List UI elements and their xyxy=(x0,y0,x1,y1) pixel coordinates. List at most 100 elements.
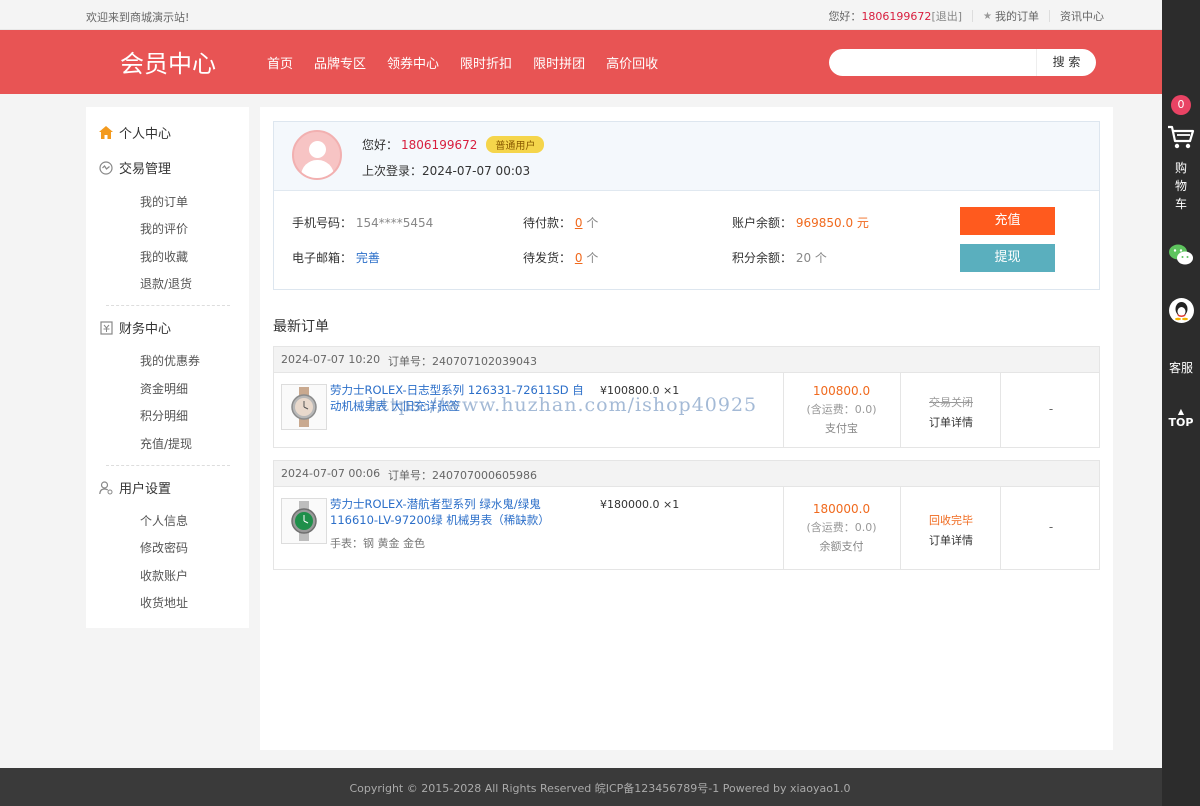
sidebar-personal-label: 个人中心 xyxy=(119,127,172,142)
back-to-top-button[interactable]: ▲ TOP xyxy=(1162,407,1200,430)
payment-method: 余额支付 xyxy=(819,540,864,553)
pending-payment-unit: 个 xyxy=(586,216,599,230)
product-title-link[interactable]: 劳力士ROLEX-潜航者型系列 绿水鬼/绿鬼 116610-LV-97200绿 … xyxy=(330,496,586,528)
back-to-top-label: TOP xyxy=(1168,416,1194,429)
nav-coupons[interactable]: 领券中心 xyxy=(387,53,439,72)
logout-link[interactable]: [退出] xyxy=(931,8,962,24)
divider xyxy=(1049,10,1050,22)
balance-info: 账户余额： 969850.0 元 xyxy=(732,214,869,231)
sidebar-item-my-favorites[interactable]: 我的收藏 xyxy=(140,248,188,265)
sidebar-trade-title: 交易管理 xyxy=(119,162,172,177)
pending-shipment-info: 待发货： 0 个 xyxy=(523,249,598,266)
qq-icon[interactable] xyxy=(1169,298,1194,323)
order-detail-link[interactable]: 订单详情 xyxy=(901,532,1001,548)
right-toolbar: 0 购物车 客服 ▲ TOP xyxy=(1162,0,1200,806)
product-spec: 手表：钢 黄金 金色 xyxy=(330,537,425,550)
order-amount: 180000.0 (含运费：0.0) 余额支付 xyxy=(783,502,900,554)
sidebar-personal-center[interactable]: 个人中心 xyxy=(99,123,172,142)
product-thumbnail[interactable] xyxy=(281,498,327,544)
trade-icon xyxy=(99,160,113,175)
sidebar-item-coupons[interactable]: 我的优惠券 xyxy=(140,352,200,369)
profile-username: 1806199672 xyxy=(401,137,478,152)
search-input[interactable] xyxy=(839,53,1029,72)
sidebar-item-my-reviews[interactable]: 我的评价 xyxy=(140,220,188,237)
sidebar-item-recharge[interactable]: 充值/提现 xyxy=(140,435,192,452)
username-link[interactable]: 1806199672 xyxy=(861,10,931,23)
order-amount: 100800.0 (含运费：0.0) 支付宝 xyxy=(783,384,900,436)
nav-group-buy[interactable]: 限时拼团 xyxy=(533,53,585,72)
user-settings-icon xyxy=(99,480,113,495)
sidebar-item-my-orders[interactable]: 我的订单 xyxy=(140,193,188,210)
my-orders-link[interactable]: 我的订单 xyxy=(995,8,1039,24)
withdraw-button[interactable]: 提现 xyxy=(960,244,1055,272)
product-title-link[interactable]: 劳力士ROLEX-日志型系列 126331-72611SD 自动机械男表 大旧充… xyxy=(330,382,586,414)
greeting-label: 您好： xyxy=(362,138,399,152)
main-header: 会员中心 首页 品牌专区 领券中心 限时折扣 限时拼团 高价回收 搜 索 xyxy=(0,30,1162,94)
top-bar: 欢迎来到商城演示站! 您好： 1806199672 [退出] ★ 我的订单 资讯… xyxy=(0,0,1162,30)
sidebar-item-funds[interactable]: 资金明细 xyxy=(140,380,188,397)
order-header: 2024-07-07 00:06 订单号：240707000605986 xyxy=(274,461,1099,487)
order-card: 2024-07-07 00:06 订单号：240707000605986 劳力士… xyxy=(273,460,1100,570)
order-header: 2024-07-07 10:20 订单号：240707102039043 xyxy=(274,347,1099,373)
customer-service-link[interactable]: 客服 xyxy=(1162,359,1200,376)
cart-label[interactable]: 购物车 xyxy=(1174,159,1188,213)
sidebar-item-password[interactable]: 修改密码 xyxy=(140,539,188,556)
finance-icon xyxy=(99,320,113,335)
home-icon xyxy=(99,126,113,140)
sidebar-divider xyxy=(106,305,230,306)
points-value: 20 个 xyxy=(795,251,827,265)
member-level-badge: 普通用户 xyxy=(486,136,545,153)
order-action: - xyxy=(1048,402,1054,416)
nav-brands[interactable]: 品牌专区 xyxy=(314,53,366,72)
order-date: 2024-07-07 10:20 xyxy=(281,353,381,366)
order-shipping: (含运费：0.0) xyxy=(806,403,877,416)
order-shipping: (含运费：0.0) xyxy=(806,521,877,534)
pending-shipment-label: 待发货： xyxy=(523,251,572,265)
sidebar-item-refund[interactable]: 退款/退货 xyxy=(140,275,192,292)
nav-recycle[interactable]: 高价回收 xyxy=(606,53,658,72)
main-nav: 首页 品牌专区 领券中心 限时折扣 限时拼团 高价回收 xyxy=(267,53,679,72)
order-detail-link[interactable]: 订单详情 xyxy=(901,414,1001,430)
news-center-link[interactable]: 资讯中心 xyxy=(1060,8,1104,24)
email-complete-link[interactable]: 完善 xyxy=(356,251,380,265)
order-total: 180000.0 xyxy=(812,502,871,516)
payment-method: 支付宝 xyxy=(825,422,858,435)
order-status-text: 交易关闭 xyxy=(929,396,973,409)
order-number: 订单号：240707000605986 xyxy=(388,469,537,482)
pending-shipment-count[interactable]: 0 xyxy=(575,251,583,265)
pending-payment-count[interactable]: 0 xyxy=(575,216,583,230)
arrow-up-icon: ▲ xyxy=(1177,407,1185,416)
avatar[interactable] xyxy=(292,130,342,180)
email-info: 电子邮箱： 完善 xyxy=(292,249,380,266)
copyright-text: Copyright © 2015-2028 All Rights Reserve… xyxy=(349,782,851,795)
order-date: 2024-07-07 00:06 xyxy=(281,467,381,480)
sidebar-item-profile[interactable]: 个人信息 xyxy=(140,512,188,529)
search-button[interactable]: 搜 索 xyxy=(1036,49,1096,76)
greeting: 您好： 1806199672 普通用户 xyxy=(362,136,545,153)
nav-discount[interactable]: 限时折扣 xyxy=(460,53,512,72)
divider xyxy=(972,10,974,22)
unit-price: ¥100800.0 ×1 xyxy=(600,384,680,397)
sidebar-finance-title: 财务中心 xyxy=(119,322,172,337)
wechat-icon[interactable] xyxy=(1168,242,1194,268)
nav-home[interactable]: 首页 xyxy=(267,53,293,72)
sidebar-item-address[interactable]: 收货地址 xyxy=(140,594,188,611)
order-total: 100800.0 xyxy=(812,384,871,398)
order-body: 劳力士ROLEX-潜航者型系列 绿水鬼/绿鬼 116610-LV-97200绿 … xyxy=(274,487,1099,569)
phone-value: 154****5454 xyxy=(355,216,434,230)
profile-card: 您好： 1806199672 普通用户 上次登录：2024-07-07 00:0… xyxy=(273,121,1100,290)
points-label: 积分余额： xyxy=(732,251,793,265)
order-action: - xyxy=(1048,520,1054,534)
brand-title[interactable]: 会员中心 xyxy=(120,44,216,79)
avatar-head-shape xyxy=(309,141,326,158)
search-box: 搜 索 xyxy=(829,49,1096,76)
order-status-text: 回收完毕 xyxy=(929,514,973,527)
sidebar-item-payee-account[interactable]: 收款账户 xyxy=(140,567,188,584)
sidebar-item-points[interactable]: 积分明细 xyxy=(140,407,188,424)
order-card: 2024-07-07 10:20 订单号：240707102039043 劳力士… xyxy=(273,346,1100,448)
balance-value: 969850.0 元 xyxy=(795,216,869,230)
product-thumbnail[interactable] xyxy=(281,384,327,430)
member-sidebar: 个人中心 交易管理 我的订单 我的评价 我的收藏 退款/退货 财务中心 我的优惠… xyxy=(86,107,249,628)
recharge-button[interactable]: 充值 xyxy=(960,207,1055,235)
cart-icon[interactable] xyxy=(1167,124,1195,150)
